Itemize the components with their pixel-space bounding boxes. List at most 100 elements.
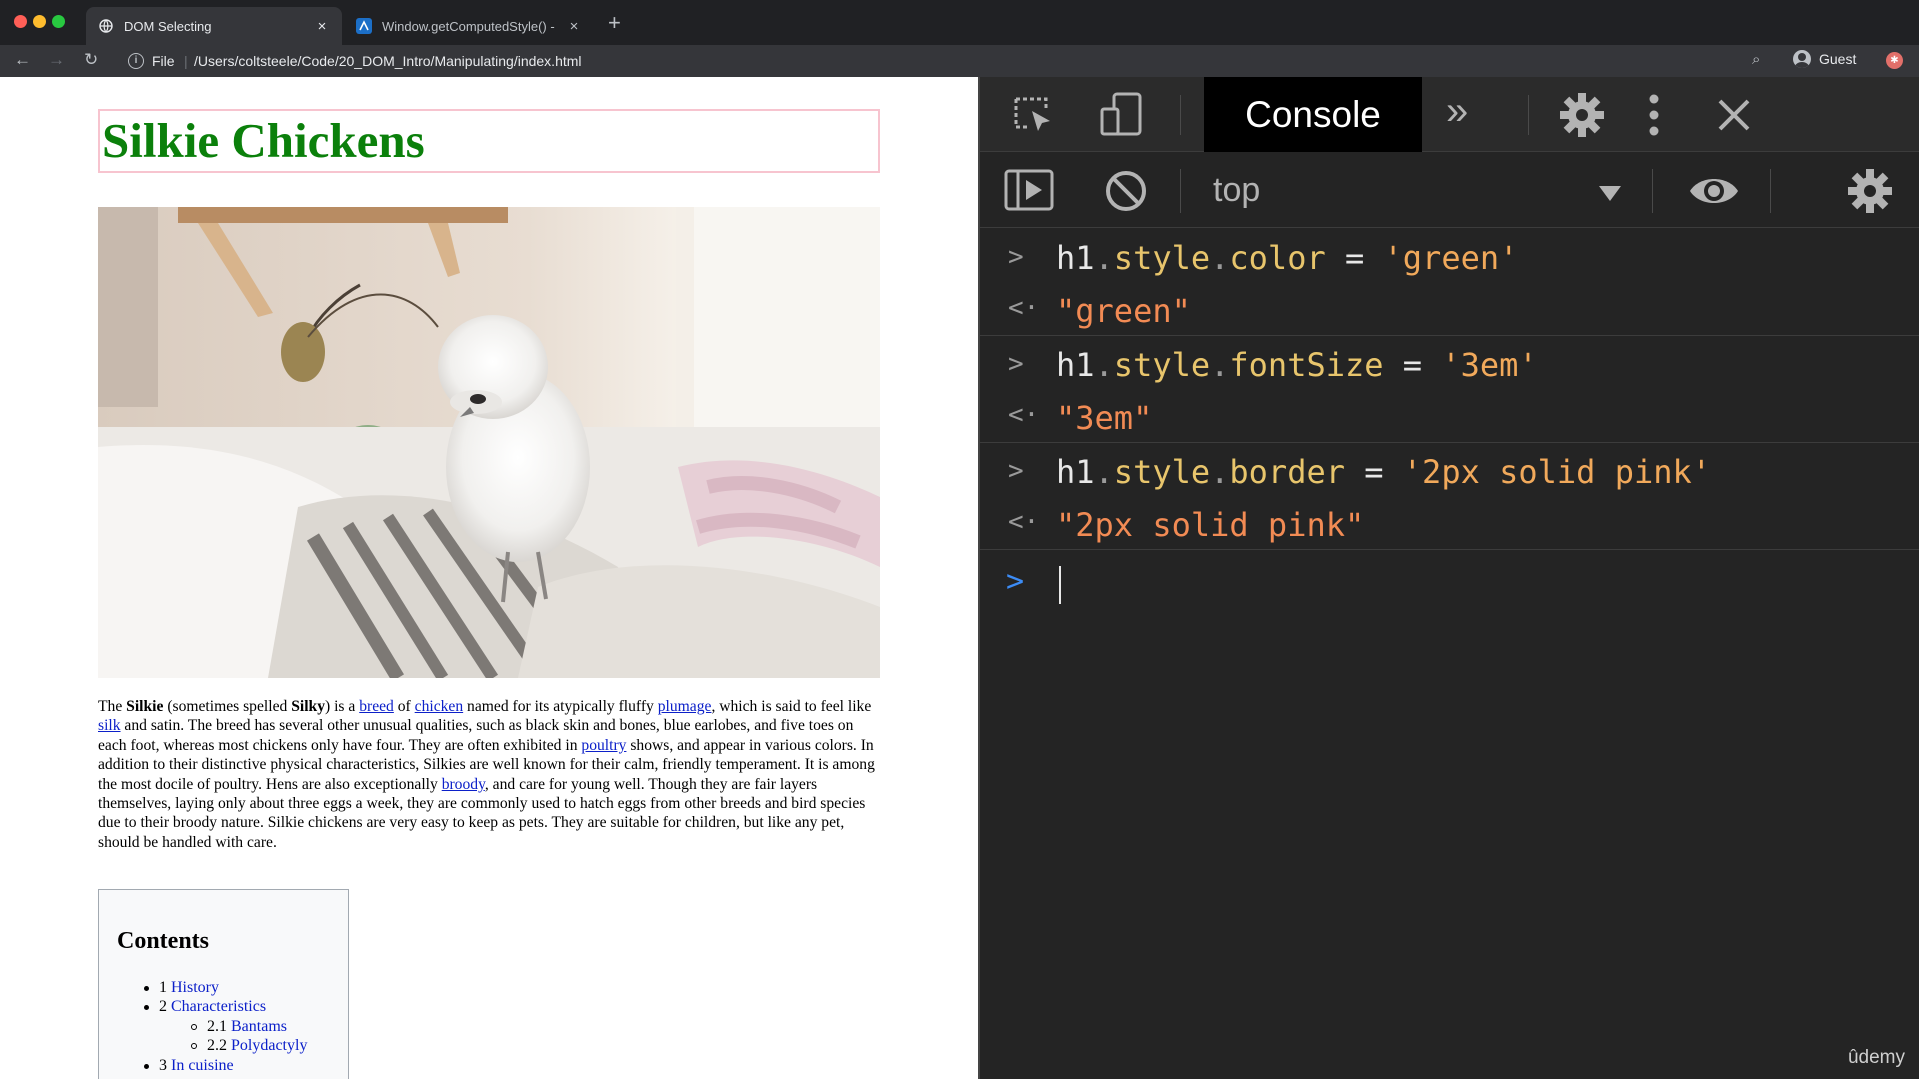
- toc-item-characteristics[interactable]: 2 Characteristics: [144, 997, 266, 1017]
- console-result: "2px solid pink": [1056, 506, 1365, 544]
- code-token: style: [1113, 239, 1211, 277]
- toolbar-divider: [1180, 95, 1181, 135]
- console-output: > h1.style.color = 'green' <· "green" > …: [980, 229, 1919, 620]
- toc-number: 1: [159, 979, 167, 996]
- table-of-contents: Contents 1 History 2 Characteristics 2.1 Ba…: [98, 889, 349, 1079]
- more-options-icon[interactable]: [1648, 93, 1660, 142]
- tab-title: DOM Selecting: [124, 18, 212, 34]
- code-token: h1: [1056, 346, 1095, 384]
- input-chevron-icon: >: [1008, 456, 1024, 486]
- globe-icon: [98, 18, 114, 34]
- live-expression-eye-icon[interactable]: [1688, 173, 1740, 214]
- toc-item-bantams[interactable]: 2.1 Bantams: [191, 1017, 287, 1037]
- reload-icon[interactable]: ↻: [84, 50, 98, 70]
- minimize-window-button[interactable]: [33, 15, 46, 28]
- link-broody[interactable]: broody: [442, 776, 485, 793]
- code-token: color: [1229, 239, 1326, 277]
- toolbar-divider: [1652, 169, 1653, 213]
- toc-number: 2.1: [207, 1018, 227, 1035]
- code-token: '3em': [1441, 346, 1538, 384]
- toc-link[interactable]: Polydactyly: [231, 1037, 307, 1054]
- close-window-button[interactable]: [14, 15, 27, 28]
- code-token: .: [1210, 346, 1230, 384]
- output-chevron-icon: <·: [1008, 293, 1040, 323]
- code-token: style: [1113, 346, 1211, 384]
- close-tab-icon[interactable]: ×: [314, 18, 330, 35]
- settings-gear-icon[interactable]: [1558, 91, 1606, 144]
- article-bold-text: Silkie: [126, 698, 164, 715]
- console-input-line: h1.style.border = '2px solid pink': [1056, 453, 1711, 491]
- code-token: .: [1094, 239, 1114, 277]
- console-message: > h1.style.border = '2px solid pink' <· …: [980, 443, 1919, 550]
- address-bar-url[interactable]: /Users/coltsteele/Code/20_DOM_Intro/Mani…: [194, 53, 582, 69]
- chevron-down-icon[interactable]: [1599, 186, 1621, 201]
- code-token: '2px solid pink': [1402, 453, 1712, 491]
- profile-label: Guest: [1819, 51, 1857, 67]
- code-token: h1: [1056, 239, 1095, 277]
- maximize-window-button[interactable]: [52, 15, 65, 28]
- code-token: =: [1344, 453, 1403, 491]
- bullet-icon: [191, 1043, 197, 1050]
- close-tab-icon[interactable]: ×: [566, 18, 582, 35]
- toc-item-history[interactable]: 1 History: [144, 978, 219, 998]
- more-tabs-icon[interactable]: »: [1446, 89, 1468, 134]
- avatar-icon: [1793, 50, 1811, 68]
- console-settings-gear-icon[interactable]: [1846, 167, 1894, 220]
- profile-button[interactable]: Guest: [1793, 50, 1856, 68]
- article-text: ) is a: [325, 698, 360, 715]
- console-result: "3em": [1056, 399, 1153, 437]
- browser-tab-dom-selecting[interactable]: DOM Selecting ×: [86, 7, 342, 45]
- toolbar-divider: [1180, 169, 1181, 213]
- execution-context-select[interactable]: top: [1213, 171, 1260, 210]
- toc-link[interactable]: In cuisine: [171, 1057, 234, 1074]
- console-prompt[interactable]: >: [980, 550, 1919, 620]
- toc-link[interactable]: History: [171, 979, 219, 996]
- code-token: .: [1210, 453, 1230, 491]
- show-sidebar-icon[interactable]: [1004, 169, 1054, 216]
- toc-number: 2.2: [207, 1037, 227, 1054]
- article-text: (sometimes spelled: [163, 698, 292, 715]
- extension-icon[interactable]: ✱: [1886, 52, 1903, 69]
- code-token: h1: [1056, 453, 1095, 491]
- prompt-chevron-icon: >: [1006, 564, 1025, 599]
- page-viewport: Silkie Chickens The Silkie (sometimes sp…: [0, 77, 978, 1079]
- browser-tab-getcomputedstyle[interactable]: Window.getComputedStyle() - ×: [344, 7, 594, 45]
- new-tab-icon[interactable]: +: [608, 12, 621, 34]
- zoom-icon[interactable]: ⌕: [1752, 51, 1760, 68]
- link-poultry[interactable]: poultry: [581, 737, 626, 754]
- toc-link[interactable]: Bantams: [231, 1018, 287, 1035]
- address-scheme-label: File: [152, 53, 175, 69]
- page-heading: Silkie Chickens: [98, 109, 880, 173]
- clear-console-icon[interactable]: [1104, 169, 1148, 218]
- link-breed[interactable]: breed: [359, 698, 394, 715]
- device-toolbar-icon[interactable]: [1098, 91, 1146, 142]
- link-plumage[interactable]: plumage: [658, 698, 712, 715]
- code-token: fontSize: [1229, 346, 1384, 384]
- toolbar-divider: [1770, 169, 1771, 213]
- devtools-main-toolbar: Console »: [980, 77, 1919, 152]
- tab-console[interactable]: Console: [1204, 77, 1422, 152]
- code-token: .: [1094, 453, 1114, 491]
- code-token: border: [1229, 453, 1345, 491]
- code-token: 'green': [1383, 239, 1519, 277]
- article-text: of: [393, 698, 415, 715]
- link-chicken[interactable]: chicken: [415, 698, 464, 715]
- silkie-chicken-photo: [98, 207, 880, 678]
- article-text: named for its atypically fluffy: [463, 698, 658, 715]
- back-icon[interactable]: ←: [14, 50, 31, 70]
- article-text: , which is said to feel like: [711, 698, 872, 715]
- forward-icon[interactable]: →: [48, 50, 65, 70]
- info-icon[interactable]: i: [128, 53, 144, 69]
- devtools-panel: Console » top > h1.style.color = 'green'…: [978, 77, 1919, 1079]
- output-chevron-icon: <·: [1008, 400, 1040, 430]
- browser-tab-bar: DOM Selecting × Window.getComputedStyle(…: [0, 0, 1919, 45]
- article-paragraph: The Silkie (sometimes spelled Silky) is …: [98, 697, 880, 852]
- toc-item-polydactyly[interactable]: 2.2 Polydactyly: [191, 1036, 307, 1056]
- inspect-element-icon[interactable]: [1012, 95, 1056, 140]
- link-silk[interactable]: silk: [98, 717, 121, 734]
- input-chevron-icon: >: [1008, 242, 1024, 272]
- toc-item-in-cuisine[interactable]: 3 In cuisine: [144, 1056, 234, 1076]
- close-devtools-icon[interactable]: [1714, 95, 1754, 140]
- toc-link[interactable]: Characteristics: [171, 998, 266, 1015]
- input-chevron-icon: >: [1008, 349, 1024, 379]
